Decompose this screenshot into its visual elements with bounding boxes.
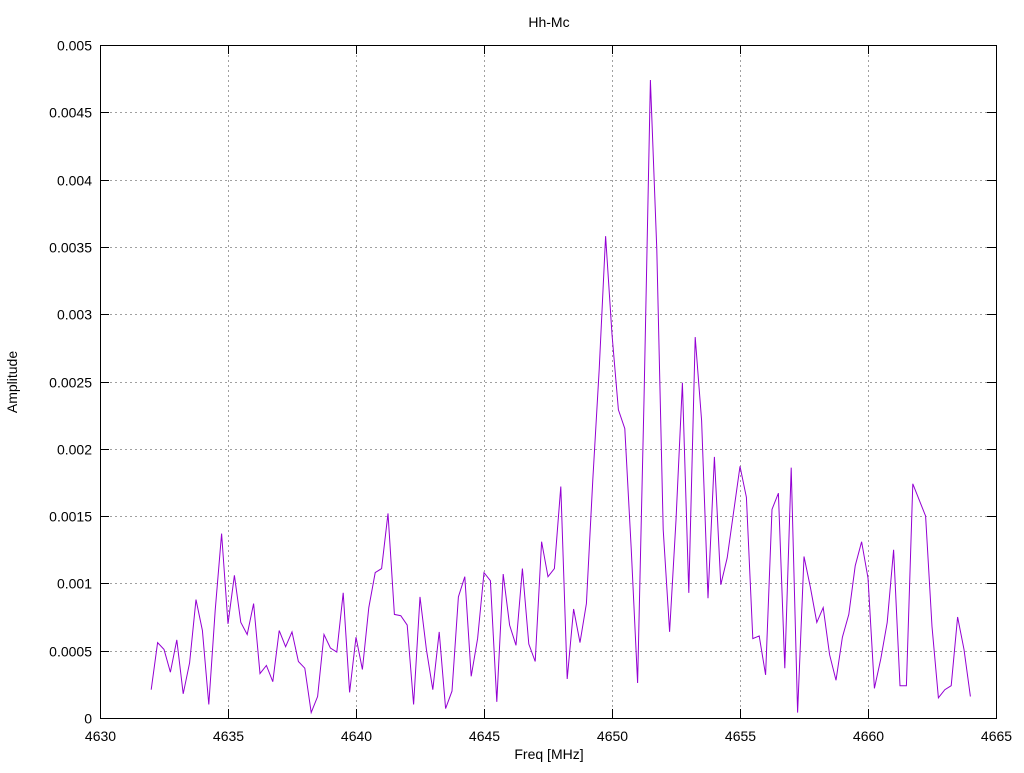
x-tick-label: 4655 <box>725 728 756 744</box>
chart: 4630 4635 4640 4645 4650 4655 4660 4665 0 0.0005… <box>4 14 1012 762</box>
y-tick-label: 0.0005 <box>49 644 92 660</box>
y-tick-labels: 0 0.0005 0.001 0.0015 0.002 0.0025 0.003 0.0035… <box>49 38 92 727</box>
x-tick-label: 4635 <box>213 728 244 744</box>
x-tick-label: 4630 <box>85 728 116 744</box>
y-tick-label: 0.001 <box>57 576 92 592</box>
plot-border <box>100 45 997 719</box>
y-tick-label: 0.005 <box>57 38 92 54</box>
y-tick-label: 0 <box>84 711 92 727</box>
y-tick-label: 0.0015 <box>49 509 92 525</box>
series-line <box>150 79 971 715</box>
ticks <box>100 45 997 719</box>
grid <box>100 45 996 718</box>
x-tick-label: 4660 <box>853 728 884 744</box>
y-tick-label: 0.0025 <box>49 375 92 391</box>
x-tick-label: 4640 <box>341 728 372 744</box>
x-tick-labels: 4630 4635 4640 4645 4650 4655 4660 4665 <box>85 728 1012 744</box>
y-tick-label: 0.003 <box>57 307 92 323</box>
chart-title: Hh-Mc <box>528 14 569 30</box>
y-axis-label: Amplitude <box>4 351 20 413</box>
y-tick-label: 0.002 <box>57 442 92 458</box>
y-tick-label: 0.004 <box>57 173 92 189</box>
x-tick-label: 4650 <box>597 728 628 744</box>
x-tick-label: 4645 <box>469 728 500 744</box>
y-tick-label: 0.0045 <box>49 105 92 121</box>
x-axis-label: Freq [MHz] <box>514 746 583 762</box>
x-tick-label: 4665 <box>981 728 1012 744</box>
y-tick-label: 0.0035 <box>49 240 92 256</box>
